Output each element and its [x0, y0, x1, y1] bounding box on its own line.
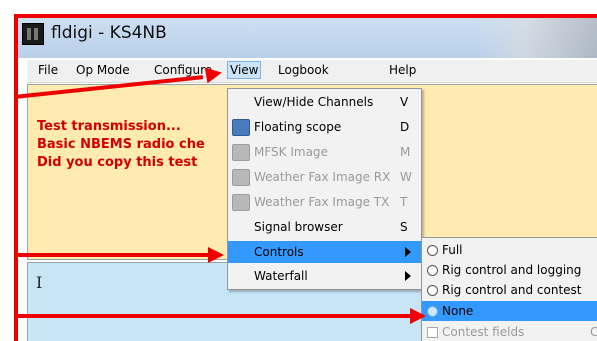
view-menu-dropdown: View/Hide Channels V Floating scope D MF…	[227, 88, 422, 290]
radio-icon	[427, 285, 438, 296]
submenu-item-full[interactable]: Full	[422, 240, 597, 260]
menuitem-mfsk-image: MFSK Image M	[228, 141, 421, 163]
fldigi-icon	[22, 23, 44, 45]
menu-op-mode[interactable]: Op Mode	[76, 63, 130, 77]
submenu-item-rig-contest[interactable]: Rig control and contest	[422, 280, 597, 300]
submenu-item-contest-fields: Contest fields C	[422, 322, 597, 341]
annotation-arrow-none-head	[410, 308, 426, 324]
image-icon	[232, 169, 250, 186]
screenshot-frame: fldigi - KS4NB File Op Mode Configure Vi…	[0, 0, 597, 341]
menuitem-wefax-tx: Weather Fax Image TX T	[228, 191, 421, 213]
controls-submenu: Full Rig control and logging Rig control…	[421, 237, 597, 341]
menu-view[interactable]: View	[227, 61, 262, 79]
menuitem-wefax-rx: Weather Fax Image RX W	[228, 166, 421, 188]
menu-file[interactable]: File	[38, 63, 58, 77]
rx-line: Test transmission...	[37, 119, 181, 134]
menuitem-waterfall[interactable]: Waterfall	[228, 265, 421, 287]
menu-logbook[interactable]: Logbook	[278, 63, 329, 77]
checkbox-icon	[427, 327, 438, 338]
submenu-item-none[interactable]: None	[422, 301, 597, 321]
menuitem-view-hide-channels[interactable]: View/Hide Channels V	[228, 91, 421, 113]
annotation-arrow-none-shaft	[14, 314, 412, 318]
annotation-arrow-controls-head	[208, 247, 224, 263]
radio-icon	[427, 265, 438, 276]
annotation-arrow-view-head	[204, 64, 224, 84]
menuitem-controls[interactable]: Controls	[228, 241, 421, 263]
menuitem-floating-scope[interactable]: Floating scope D	[228, 116, 421, 138]
menu-configure[interactable]: Configure	[154, 63, 212, 77]
annotation-border-left	[14, 14, 18, 341]
annotation-arrow-controls-shaft	[14, 253, 210, 257]
submenu-arrow-icon	[405, 271, 411, 281]
menubar: File Op Mode Configure View Logbook Help	[27, 60, 597, 83]
titlebar-glass	[477, 14, 597, 58]
rx-line: Basic NBEMS radio che	[37, 137, 205, 152]
radio-selected-icon	[427, 306, 438, 317]
scope-icon	[232, 119, 250, 136]
menuitem-signal-browser[interactable]: Signal browser S	[228, 216, 421, 238]
annotation-border-top	[14, 14, 597, 18]
rx-line: Did you copy this test	[37, 155, 198, 170]
radio-icon	[427, 245, 438, 256]
submenu-item-rig-logging[interactable]: Rig control and logging	[422, 260, 597, 280]
text-cursor: I	[36, 273, 43, 292]
menu-help[interactable]: Help	[389, 63, 416, 77]
window-title: fldigi - KS4NB	[51, 23, 167, 43]
image-icon	[232, 144, 250, 161]
submenu-arrow-icon	[405, 247, 411, 257]
image-icon	[232, 194, 250, 211]
